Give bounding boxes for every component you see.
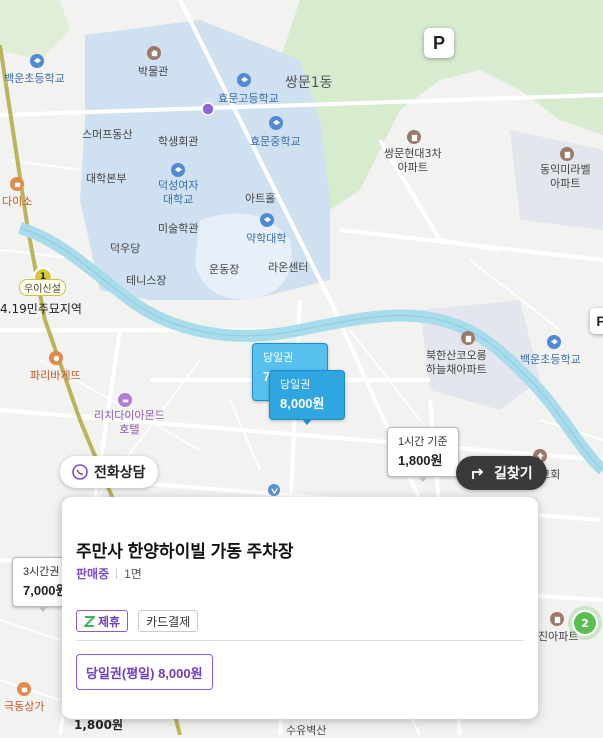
- apartment-icon: [407, 130, 421, 144]
- place-label-richi-hotel[interactable]: 리치다이아몬드 호텔: [94, 409, 165, 437]
- station-label-419[interactable]: 4.19민주묘지역: [0, 300, 82, 317]
- directions-button[interactable]: 길찾기: [456, 456, 547, 490]
- cluster-count: 2: [572, 610, 598, 636]
- bakery-icon: [49, 351, 63, 365]
- card-divider: [76, 640, 524, 641]
- parking-cluster-marker[interactable]: 2: [568, 606, 602, 640]
- meta-divider: [116, 568, 118, 579]
- place-label-misul-hall[interactable]: 미술학관: [158, 220, 198, 236]
- bank-icon: [268, 484, 280, 496]
- space-count: 1면: [124, 567, 142, 581]
- price-marker-selected[interactable]: 당일권 8,000원: [269, 370, 345, 425]
- directions-label: 길찾기: [494, 465, 533, 481]
- phone-consult-button[interactable]: 전화상담: [60, 456, 158, 488]
- marker-price: 8,000원: [280, 395, 325, 411]
- station-label-uisinseol[interactable]: 우이신설: [19, 279, 66, 296]
- place-label-hyomun-middle[interactable]: 효문중학교: [250, 133, 301, 149]
- place-label-hyomun-high[interactable]: 효문고등학교: [218, 90, 279, 106]
- place-label-raon[interactable]: 라온센터: [268, 259, 308, 275]
- phone-consult-label: 전화상담: [94, 464, 146, 480]
- feature-tags: 제휴 카드결제: [76, 610, 199, 632]
- apartment-icon: [550, 612, 564, 626]
- hotel-icon: [118, 393, 132, 407]
- card-payment-tag: 카드결제: [138, 610, 199, 632]
- school-icon: [269, 116, 283, 130]
- place-label-bukhansan-kolong[interactable]: 북한산코오롱 하늘채아파트: [426, 349, 487, 377]
- price-marker-hourly[interactable]: 1시간 기준 1,800원: [387, 427, 459, 482]
- partner-tag-label: 제휴: [98, 614, 121, 629]
- sale-status: 판매중: [76, 567, 110, 581]
- marker-label: 1시간 기준: [398, 436, 448, 448]
- parking-lot-title: 주만사 한양하이빌 가동 주차장: [76, 542, 294, 561]
- place-label-baegun-elem-west[interactable]: 백운초등학교: [4, 70, 65, 86]
- place-label-daiso[interactable]: 다이소: [2, 193, 32, 209]
- apartment-icon: [560, 147, 574, 161]
- school-icon: [171, 163, 185, 177]
- place-label-art-hall[interactable]: 아트홀: [245, 190, 275, 206]
- parking-meta: 판매중 1면: [76, 565, 142, 582]
- parking-info-card[interactable]: 주만사 한양하이빌 가동 주차장 판매중 1면 제휴 카드결제 당일권(평일) …: [62, 497, 538, 719]
- place-label-ssangmun-hyundai[interactable]: 쌍문현대3차 아파트: [384, 147, 442, 175]
- marker-label: 당일권: [280, 379, 311, 391]
- ticket-option-button[interactable]: 당일권(평일) 8,000원: [76, 654, 213, 690]
- marker-price: 7,000원: [23, 582, 68, 598]
- school-icon: [547, 335, 561, 349]
- place-label-student-hall[interactable]: 학생회관: [158, 133, 198, 149]
- mall-icon: [17, 682, 31, 696]
- school-icon: [30, 54, 44, 68]
- shop-icon: [10, 177, 24, 191]
- place-label-daehak-bonbu[interactable]: 대학본부: [86, 170, 126, 186]
- marker-price: 1,800원: [398, 452, 443, 468]
- turn-right-arrow-icon: [472, 468, 484, 479]
- place-label-baegun-elem-east[interactable]: 백운초등학교: [520, 351, 581, 367]
- school-icon: [237, 73, 251, 87]
- place-label-suyu[interactable]: 수유벽산: [286, 722, 326, 738]
- marker-label: 당일권: [263, 352, 294, 364]
- area-label-ssangmun1dong: 쌍문1동: [285, 75, 333, 91]
- place-label-museum[interactable]: 박물관: [138, 63, 168, 79]
- partner-tag: 제휴: [76, 610, 129, 632]
- partner-logo-icon: [84, 615, 95, 627]
- place-label-duksung[interactable]: 덕성여자 대학교: [158, 179, 198, 207]
- museum-icon: [147, 46, 161, 60]
- school-icon: [260, 213, 274, 227]
- place-label-tennis[interactable]: 테니스장: [126, 272, 166, 288]
- parking-lot-icon[interactable]: P: [424, 28, 454, 58]
- place-label-deokujang[interactable]: 덕우당: [110, 240, 140, 256]
- place-label-smurf[interactable]: 스머프동산: [82, 126, 133, 142]
- place-label-pharmacy[interactable]: 약학대학: [246, 230, 286, 246]
- phone-icon: [72, 464, 88, 480]
- marker-label: 3시간권: [23, 566, 60, 578]
- parking-lot-icon[interactable]: P: [590, 308, 603, 334]
- place-label-dongik-mirabel[interactable]: 동익미라벨 아파트: [540, 163, 591, 191]
- place-label-stadium[interactable]: 운동장: [209, 261, 239, 277]
- place-label-geukdong[interactable]: 극동상가: [4, 698, 44, 714]
- place-label-paris-baguette[interactable]: 파리바게뜨: [30, 367, 81, 383]
- apartment-icon: [461, 331, 475, 345]
- current-location-dot: [201, 102, 215, 116]
